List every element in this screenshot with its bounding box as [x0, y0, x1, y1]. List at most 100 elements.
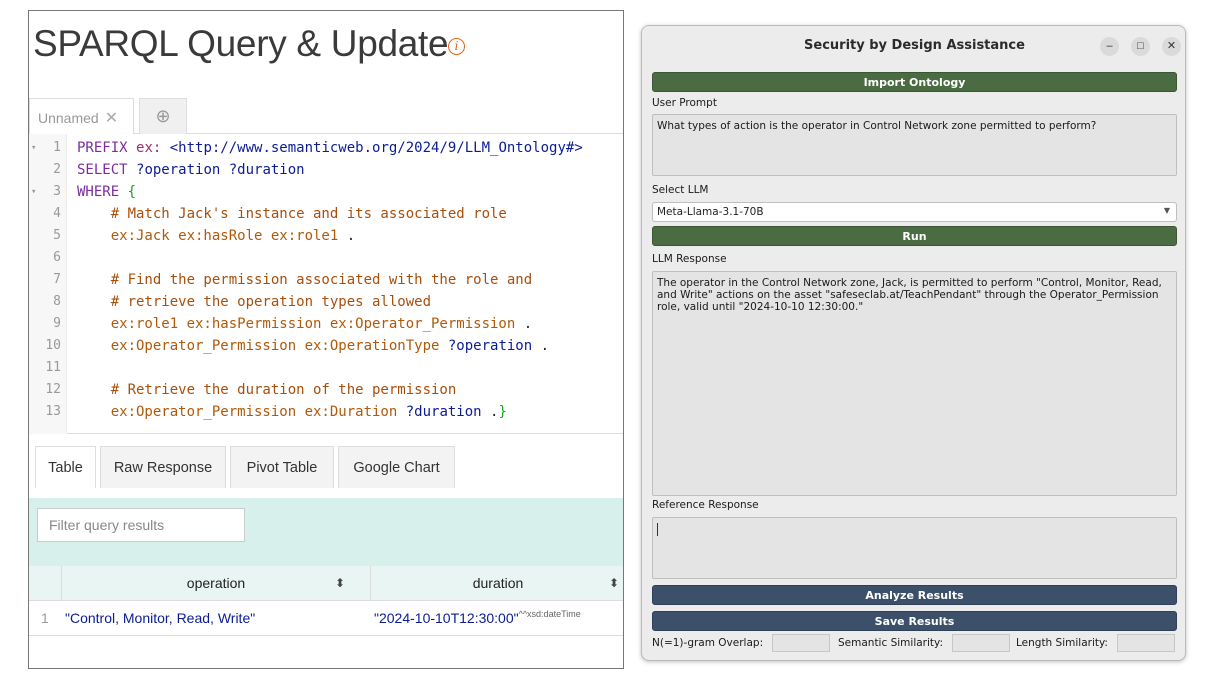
line-number: 7 [53, 272, 61, 287]
tab-pivot-table[interactable]: Pivot Table [230, 446, 334, 488]
semantic-similarity-field[interactable] [952, 634, 1010, 652]
code-token: SELECT [77, 162, 137, 178]
code-text: SELECT ?operation ?duration [77, 159, 305, 181]
code-token: ?duration [405, 404, 482, 420]
close-window-icon[interactable]: ✕ [1162, 37, 1181, 56]
tab-table[interactable]: Table [35, 446, 96, 488]
code-text: ex:Operator_Permission ex:Duration ?dura… [77, 401, 507, 423]
code-line: 9 ex:role1 ex:hasPermission ex:Operator_… [29, 313, 623, 335]
tab-unnamed[interactable]: Unnamed ✕ [29, 98, 134, 134]
line-number: 5 [53, 228, 61, 243]
code-token: } [498, 404, 507, 420]
line-number: 6 [53, 250, 61, 265]
sort-icon[interactable]: ⬍ [609, 566, 619, 601]
fold-toggle-icon[interactable]: ▾ [31, 181, 36, 203]
line-number: 4 [53, 206, 61, 221]
results-table: operation ⬍ duration ⬍ 1 "Control, Monit… [29, 566, 623, 664]
table-row: 1 "Control, Monitor, Read, Write" "2024-… [29, 601, 623, 636]
text-cursor [657, 523, 658, 536]
maximize-icon[interactable]: □ [1131, 37, 1150, 56]
code-line: 10 ex:Operator_Permission ex:OperationTy… [29, 335, 623, 357]
llm-response-textarea[interactable]: The operator in the Control Network zone… [652, 271, 1177, 496]
fold-toggle-icon[interactable]: ▾ [31, 137, 36, 159]
security-assistant-window: Security by Design Assistance – □ ✕ Impo… [641, 25, 1186, 661]
llm-select-value: Meta-Llama-3.1-70B [657, 206, 764, 218]
line-number: 12 [45, 382, 61, 397]
column-header-label: operation [186, 575, 246, 591]
code-token: ?operation [447, 338, 533, 354]
import-ontology-button[interactable]: Import Ontology [652, 72, 1177, 92]
ngram-overlap-field[interactable] [772, 634, 830, 652]
page-title: SPARQL Query & Update [33, 23, 449, 64]
code-text: PREFIX ex: <http://www.semanticweb.org/2… [77, 137, 583, 159]
code-token: # Retrieve the duration of the permissio… [77, 382, 457, 398]
sort-icon[interactable]: ⬍ [335, 566, 345, 601]
run-button[interactable]: Run [652, 226, 1177, 246]
result-tabs: Table Raw Response Pivot Table Google Ch… [29, 446, 623, 491]
add-tab-icon[interactable]: ⊕ [139, 98, 187, 134]
code-token: ex: [136, 140, 170, 156]
code-text: ex:Jack ex:hasRole ex:role1 . [77, 225, 355, 247]
results-area: Filter query results operation ⬍ duratio… [29, 498, 623, 664]
code-text: # Find the permission associated with th… [77, 269, 532, 291]
title-bar: Security by Design Assistance – □ ✕ [642, 26, 1185, 66]
cell-duration[interactable]: "2024-10-10T12:30:00"^^xsd:dateTime [374, 601, 581, 636]
ngram-overlap-label: N(=1)-gram Overlap: [652, 637, 764, 649]
llm-response-label: LLM Response [652, 253, 727, 265]
query-editor[interactable]: 1 ▾ PREFIX ex: <http://www.semanticweb.org… [29, 134, 623, 434]
table-header-row: operation ⬍ duration ⬍ [29, 566, 623, 601]
code-line: 6 [29, 247, 623, 269]
code-text: ex:Operator_Permission ex:OperationType … [77, 335, 549, 357]
code-token: ex:Operator_Permission ex:Duration [77, 404, 406, 420]
code-text: # retrieve the operation types allowed [77, 291, 431, 313]
code-line: 1 ▾ PREFIX ex: <http://www.semanticweb.org… [29, 137, 623, 159]
code-token: . [481, 404, 499, 420]
reference-response-textarea[interactable] [652, 517, 1177, 579]
cell-operation[interactable]: "Control, Monitor, Read, Write" [65, 601, 255, 636]
line-number: 9 [53, 316, 61, 331]
code-token: . [338, 228, 356, 244]
close-tab-icon[interactable]: ✕ [105, 110, 118, 127]
code-token: ex:role1 ex:hasPermission ex:Operator_Pe… [77, 316, 516, 332]
tab-google-chart[interactable]: Google Chart [338, 446, 455, 488]
datatype-label: ^^xsd:dateTime [518, 609, 581, 619]
line-number: 11 [45, 360, 61, 375]
line-number: 13 [45, 404, 61, 419]
tab-unnamed-label: Unnamed [38, 110, 99, 126]
info-icon[interactable]: i [448, 38, 465, 55]
analyze-results-button[interactable]: Analyze Results [652, 585, 1177, 605]
code-token: { [127, 184, 137, 200]
code-text: # Retrieve the duration of the permissio… [77, 379, 457, 401]
column-header-duration[interactable]: duration [370, 566, 623, 601]
code-line: 3 ▾ WHERE { [29, 181, 623, 203]
save-results-button[interactable]: Save Results [652, 611, 1177, 631]
length-similarity-field[interactable] [1117, 634, 1175, 652]
code-token: # retrieve the operation types allowed [77, 294, 432, 310]
code-token: # Find the permission associated with th… [77, 272, 533, 288]
filter-query-results-input[interactable]: Filter query results [37, 508, 245, 542]
code-line: 7 # Find the permission associated with … [29, 269, 623, 291]
select-llm-label: Select LLM [652, 184, 709, 196]
user-prompt-label: User Prompt [652, 97, 717, 109]
code-line: 8 # retrieve the operation types allowed [29, 291, 623, 313]
code-text: # Match Jack's instance and its associat… [77, 203, 507, 225]
minimize-icon[interactable]: – [1100, 37, 1119, 56]
column-header-label: duration [472, 575, 524, 591]
code-line: 2 SELECT ?operation ?duration [29, 159, 623, 181]
sparql-panel: SPARQL Query & Update i Unnamed ✕ ⊕ 1 ▾ PRE… [28, 10, 624, 669]
code-text: ex:role1 ex:hasPermission ex:Operator_Pe… [77, 313, 532, 335]
code-token: WHERE [77, 184, 128, 200]
code-token: <http://www.semanticweb.org/2024/9/LLM_O… [169, 140, 583, 156]
code-token: # Match Jack's instance and its associat… [77, 206, 507, 222]
llm-select[interactable]: Meta-Llama-3.1-70B ▼ [652, 202, 1177, 222]
cell-duration-value: "2024-10-10T12:30:00" [374, 610, 519, 626]
code-token: . [515, 316, 533, 332]
reference-response-label: Reference Response [652, 499, 759, 511]
code-line: 12 # Retrieve the duration of the permis… [29, 379, 623, 401]
semantic-similarity-label: Semantic Similarity: [838, 637, 944, 649]
length-similarity-label: Length Similarity: [1016, 637, 1108, 649]
tab-raw-response[interactable]: Raw Response [100, 446, 226, 488]
user-prompt-textarea[interactable]: What types of action is the operator in … [652, 114, 1177, 176]
chevron-down-icon: ▼ [1163, 206, 1170, 215]
column-header-operation[interactable]: operation [61, 566, 370, 601]
